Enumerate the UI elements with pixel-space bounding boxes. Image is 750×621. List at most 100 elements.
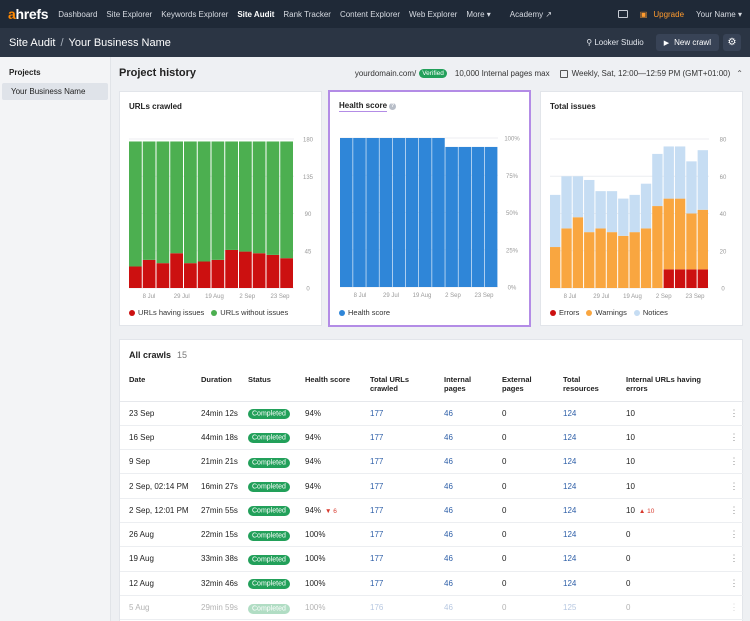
- col-internal-pages[interactable]: Internal pages: [435, 369, 493, 402]
- row-menu-icon[interactable]: ⋮: [715, 498, 744, 523]
- cell-internal-pages[interactable]: 46: [435, 546, 493, 572]
- urls-crawled-chart[interactable]: 180 135 90 45 0 8 Jul 29 Jul 19 Aug 2 Sep 23 Sep: [120, 92, 323, 327]
- cell-total-urls[interactable]: 177: [361, 571, 435, 596]
- col-total-resources[interactable]: Total resources: [554, 369, 617, 402]
- table-row[interactable]: 23 Sep 24min 12s Completed 94% 177 46 0 124 10 ⋮: [120, 401, 744, 426]
- legend-item-health-score[interactable]: Health score: [339, 308, 390, 317]
- settings-gear-icon[interactable]: ⚙: [723, 34, 741, 51]
- legend-item-urls-having-issues[interactable]: URLs having issues: [129, 308, 204, 317]
- row-menu-icon[interactable]: ⋮: [715, 425, 744, 451]
- table-row[interactable]: 2 Sep, 02:14 PM 16min 27s Completed 94% 177 4…: [120, 473, 744, 499]
- col-total-urls[interactable]: Total URLs crawled: [361, 369, 435, 402]
- cell-internal-errors[interactable]: 10 ▲ 10: [617, 498, 715, 523]
- chevron-down-icon[interactable]: ⌃: [736, 69, 743, 78]
- cell-total-resources[interactable]: 124: [554, 449, 617, 475]
- cell-internal-pages[interactable]: 46: [435, 498, 493, 523]
- monitor-icon[interactable]: [617, 10, 628, 18]
- legend-item-errors[interactable]: Errors: [550, 308, 579, 317]
- nav-more[interactable]: More ▾: [466, 10, 490, 19]
- bar-notices: [584, 179, 595, 233]
- crawl-limit[interactable]: 10,000 Internal pages max: [455, 69, 550, 78]
- cell-total-urls[interactable]: 177: [361, 401, 435, 426]
- row-menu-icon[interactable]: ⋮: [715, 473, 744, 499]
- upgrade-link[interactable]: Upgrade: [653, 10, 684, 19]
- gift-icon[interactable]: ▣: [640, 10, 648, 19]
- cell-total-urls[interactable]: 177: [361, 546, 435, 572]
- cell-total-urls[interactable]: 176: [361, 595, 435, 621]
- cell-internal-errors[interactable]: 0: [617, 522, 715, 548]
- col-status[interactable]: Status: [239, 369, 296, 402]
- cell-total-resources[interactable]: 124: [554, 546, 617, 572]
- cell-internal-errors[interactable]: 10: [617, 401, 715, 426]
- cell-total-resources[interactable]: 124: [554, 498, 617, 523]
- cell-internal-pages[interactable]: 46: [435, 425, 493, 451]
- cell-internal-pages[interactable]: 46: [435, 401, 493, 426]
- nav-site-explorer[interactable]: Site Explorer: [106, 10, 152, 19]
- col-duration[interactable]: Duration: [192, 369, 239, 402]
- cell-internal-pages[interactable]: 46: [435, 571, 493, 596]
- cell-total-urls[interactable]: 177: [361, 449, 435, 475]
- cell-total-resources[interactable]: 124: [554, 571, 617, 596]
- user-menu[interactable]: Your Name ▾: [696, 10, 742, 19]
- cell-internal-pages[interactable]: 46: [435, 595, 493, 621]
- legend-item-urls-without-issues[interactable]: URLs without issues: [211, 308, 288, 317]
- row-menu-icon[interactable]: ⋮: [715, 401, 744, 426]
- cell-total-urls[interactable]: 177: [361, 498, 435, 523]
- sidebar-item-project[interactable]: Your Business Name: [2, 83, 108, 100]
- cell-total-resources[interactable]: 124: [554, 401, 617, 426]
- table-row[interactable]: 12 Aug 32min 46s Completed 100% 177 46 0 124 0 ⋮: [120, 571, 744, 596]
- table-row[interactable]: 26 Aug 22min 15s Completed 100% 177 46 0 124 0 ⋮: [120, 522, 744, 548]
- total-issues-chart[interactable]: 80 60 40 20 0 8 Jul 29 Jul 19 Aug 2 Sep 23 Sep: [541, 92, 744, 327]
- table-row[interactable]: 19 Aug 33min 38s Completed 100% 177 46 0 124 0 ⋮: [120, 546, 744, 572]
- nav-dashboard[interactable]: Dashboard: [58, 10, 97, 19]
- cell-total-urls[interactable]: 177: [361, 522, 435, 548]
- row-menu-icon[interactable]: ⋮: [715, 595, 744, 621]
- cell-internal-errors[interactable]: 10: [617, 425, 715, 451]
- nav-content-explorer[interactable]: Content Explorer: [340, 10, 400, 19]
- health-score-chart[interactable]: 100% 75% 50% 25% 0% 8 Jul 29 Jul 19 Aug 2 Sep 23 …: [330, 92, 529, 325]
- cell-internal-errors[interactable]: 10: [617, 449, 715, 475]
- cell-total-urls[interactable]: 177: [361, 473, 435, 499]
- cell-total-resources[interactable]: 124: [554, 522, 617, 548]
- row-menu-icon[interactable]: ⋮: [715, 546, 744, 572]
- table-row[interactable]: 5 Aug 29min 59s Completed 100% 176 46 0 125 0 ⋮: [120, 595, 744, 621]
- new-crawl-button[interactable]: ▶ New crawl: [655, 34, 719, 51]
- row-menu-icon[interactable]: ⋮: [715, 449, 744, 475]
- nav-academy[interactable]: Academy ↗: [510, 10, 552, 19]
- table-row[interactable]: 2 Sep, 12:01 PM 27min 55s Completed 94% ▼ 61…: [120, 498, 744, 523]
- cell-internal-pages[interactable]: 46: [435, 449, 493, 475]
- cell-internal-errors[interactable]: 10: [617, 473, 715, 499]
- breadcrumb-section[interactable]: Site Audit: [9, 37, 55, 49]
- looker-studio-link[interactable]: ⚲ Looker Studio: [586, 38, 643, 47]
- cell-status: Completed: [239, 571, 296, 596]
- nav-rank-tracker[interactable]: Rank Tracker: [283, 10, 331, 19]
- breadcrumb-project[interactable]: Your Business Name: [69, 37, 171, 49]
- bar-errors: [697, 269, 708, 288]
- nav-keywords-explorer[interactable]: Keywords Explorer: [161, 10, 228, 19]
- cell-internal-pages[interactable]: 46: [435, 473, 493, 499]
- table-row[interactable]: 9 Sep 21min 21s Completed 94% 177 46 0 124 10 ⋮: [120, 449, 744, 475]
- nav-web-explorer[interactable]: Web Explorer: [409, 10, 457, 19]
- legend-item-notices[interactable]: Notices: [633, 308, 668, 317]
- row-menu-icon[interactable]: ⋮: [715, 522, 744, 548]
- cell-internal-pages[interactable]: 46: [435, 522, 493, 548]
- cell-total-urls[interactable]: 177: [361, 425, 435, 451]
- col-date[interactable]: Date: [120, 369, 192, 402]
- cell-internal-errors[interactable]: 0: [617, 571, 715, 596]
- ahrefs-logo[interactable]: ahrefs: [8, 6, 49, 22]
- col-internal-errors[interactable]: Internal URLs having errors: [617, 369, 715, 402]
- row-menu-icon[interactable]: ⋮: [715, 571, 744, 596]
- cell-total-resources[interactable]: 124: [554, 425, 617, 451]
- legend-item-warnings[interactable]: Warnings: [586, 308, 627, 317]
- nav-site-audit[interactable]: Site Audit: [237, 10, 274, 19]
- cell-internal-errors[interactable]: 0: [617, 546, 715, 572]
- cell-total-resources[interactable]: 125: [554, 595, 617, 621]
- cell-internal-errors[interactable]: 0: [617, 595, 715, 621]
- col-external-pages[interactable]: External pages: [493, 369, 554, 402]
- cell-total-resources[interactable]: 124: [554, 473, 617, 499]
- col-health-score[interactable]: Health score: [296, 369, 361, 402]
- x-tick-label: 19 Aug: [205, 294, 224, 300]
- schedule-label[interactable]: Weekly, Sat, 12:00—12:59 PM (GMT+01:00): [572, 69, 731, 78]
- table-row[interactable]: 16 Sep 44min 18s Completed 94% 177 46 0 124 10 ⋮: [120, 425, 744, 451]
- domain-label[interactable]: yourdomain.com/: [355, 69, 416, 78]
